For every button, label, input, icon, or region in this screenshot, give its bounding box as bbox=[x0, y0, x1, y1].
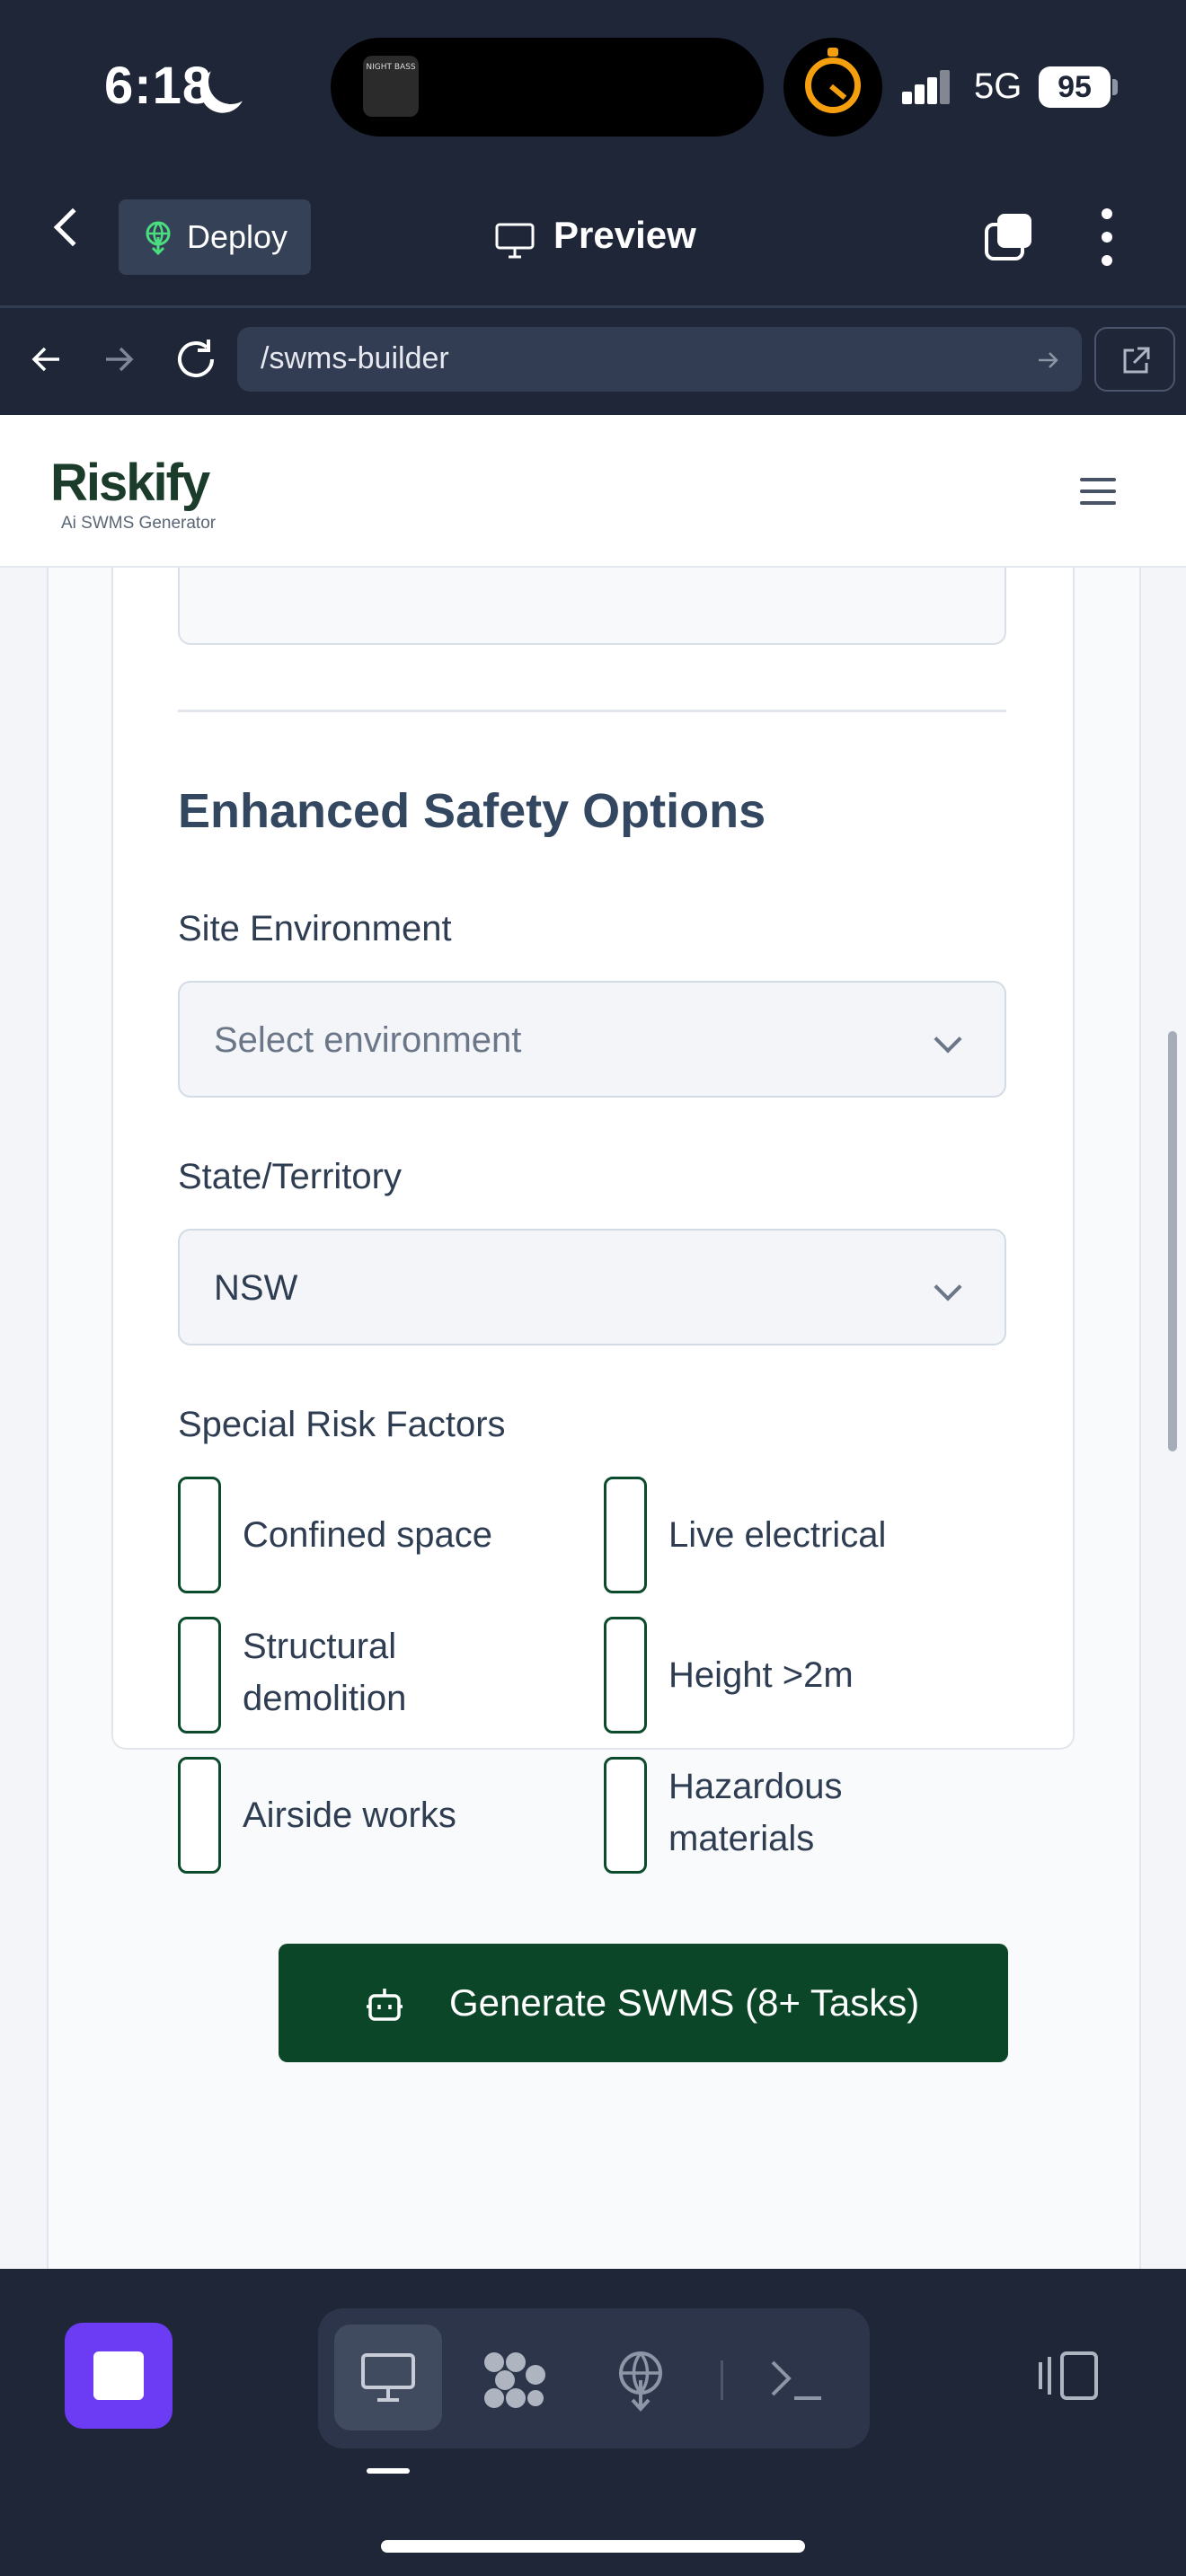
site-environment-select[interactable]: Select environment bbox=[178, 981, 1006, 1098]
url-text: /swms-builder bbox=[261, 341, 449, 375]
divider bbox=[0, 305, 1186, 308]
special-risk-factors-label: Special Risk Factors bbox=[178, 1405, 506, 1444]
site-header: Riskify Ai SWMS Generator bbox=[0, 415, 1186, 568]
generate-swms-button[interactable]: Generate SWMS (8+ Tasks) bbox=[279, 1944, 1008, 2062]
home-indicator[interactable] bbox=[381, 2540, 805, 2553]
menu-icon[interactable] bbox=[1080, 478, 1116, 505]
risk-option-label[interactable]: Height >2m bbox=[668, 1649, 854, 1701]
state-territory-label: State/Territory bbox=[178, 1157, 402, 1196]
risk-option-label[interactable]: Live electrical bbox=[668, 1509, 886, 1561]
terminal-icon[interactable] bbox=[767, 2355, 825, 2405]
previous-text-field[interactable] bbox=[178, 568, 1006, 645]
site-environment-label: Site Environment bbox=[178, 909, 452, 948]
preview-title[interactable]: Preview bbox=[553, 214, 696, 257]
logo-text: Riskify bbox=[50, 454, 210, 512]
go-arrow-icon[interactable] bbox=[1035, 347, 1062, 374]
chevron-down-icon bbox=[934, 1273, 962, 1301]
reload-icon[interactable] bbox=[173, 336, 219, 383]
deploy-globe-icon[interactable] bbox=[611, 2348, 670, 2413]
checkbox-structural-demolition[interactable] bbox=[178, 1617, 221, 1734]
workflow-icon[interactable] bbox=[480, 2348, 548, 2413]
battery-tip-icon bbox=[1112, 79, 1118, 95]
risk-option-label[interactable]: Airside works bbox=[243, 1789, 456, 1841]
riskify-logo[interactable]: Riskify Ai SWMS Generator bbox=[50, 453, 230, 534]
section-title: Enhanced Safety Options bbox=[178, 784, 766, 838]
browser-back-icon[interactable] bbox=[23, 341, 68, 377]
site-environment-placeholder: Select environment bbox=[214, 1020, 522, 1060]
now-playing-art-text: NIGHT BASS bbox=[366, 63, 416, 72]
state-territory-select[interactable]: NSW bbox=[178, 1229, 1006, 1345]
stop-button[interactable] bbox=[65, 2323, 173, 2429]
tabs-icon[interactable] bbox=[983, 212, 1035, 262]
desktop-view-button[interactable] bbox=[334, 2325, 442, 2430]
clock-time: 6:18 bbox=[104, 57, 213, 115]
risk-option-label[interactable]: Hazardous materials bbox=[668, 1760, 842, 1865]
monitor-icon bbox=[361, 2353, 415, 2402]
back-chevron-icon[interactable] bbox=[53, 207, 93, 247]
checkbox-live-electrical[interactable] bbox=[604, 1477, 647, 1593]
web-page: Riskify Ai SWMS Generator Enhanced Safet… bbox=[0, 415, 1186, 2269]
risk-option-label[interactable]: Structural demolition bbox=[243, 1620, 406, 1725]
form-card: Enhanced Safety Options Site Environment… bbox=[111, 568, 1075, 2062]
active-view-indicator bbox=[367, 2468, 410, 2474]
scrollbar[interactable] bbox=[1168, 1031, 1177, 1451]
checkbox-airside-works[interactable] bbox=[178, 1757, 221, 1874]
section-divider bbox=[178, 710, 1006, 712]
stopwatch-icon bbox=[805, 48, 861, 113]
view-switcher bbox=[318, 2308, 870, 2448]
checkbox-hazardous-materials[interactable] bbox=[604, 1757, 647, 1874]
checkbox-height-over-2m[interactable] bbox=[604, 1617, 647, 1734]
deploy-label: Deploy bbox=[187, 218, 288, 255]
deploy-button[interactable]: Deploy bbox=[119, 199, 311, 275]
state-territory-value: NSW bbox=[214, 1268, 298, 1308]
open-external-button[interactable] bbox=[1094, 327, 1175, 392]
status-bar: 6:18 NIGHT BASS 5G 95 bbox=[0, 0, 1186, 171]
deploy-globe-icon bbox=[146, 221, 171, 255]
split-view-icon[interactable] bbox=[1035, 2350, 1100, 2402]
network-type: 5G bbox=[974, 66, 1022, 106]
risk-option-label[interactable]: Confined space bbox=[243, 1509, 492, 1561]
signal-strength-icon bbox=[902, 68, 951, 104]
battery-level: 95 bbox=[1039, 66, 1111, 108]
now-playing-artwork[interactable]: NIGHT BASS bbox=[363, 56, 419, 117]
logo-subtitle: Ai SWMS Generator bbox=[61, 514, 217, 533]
generate-button-label: Generate SWMS (8+ Tasks) bbox=[449, 1981, 920, 2024]
chevron-down-icon bbox=[934, 1025, 962, 1054]
monitor-icon bbox=[495, 223, 535, 259]
dock-divider bbox=[721, 2360, 723, 2400]
stop-icon bbox=[93, 2351, 144, 2400]
url-field[interactable]: /swms-builder bbox=[237, 327, 1082, 392]
more-options-icon[interactable] bbox=[1102, 208, 1112, 266]
external-link-icon bbox=[1123, 347, 1150, 374]
checkbox-confined-space[interactable] bbox=[178, 1477, 221, 1593]
browser-forward-icon[interactable] bbox=[97, 341, 142, 377]
robot-icon bbox=[367, 1989, 403, 2021]
bottom-toolbar bbox=[0, 2269, 1186, 2576]
